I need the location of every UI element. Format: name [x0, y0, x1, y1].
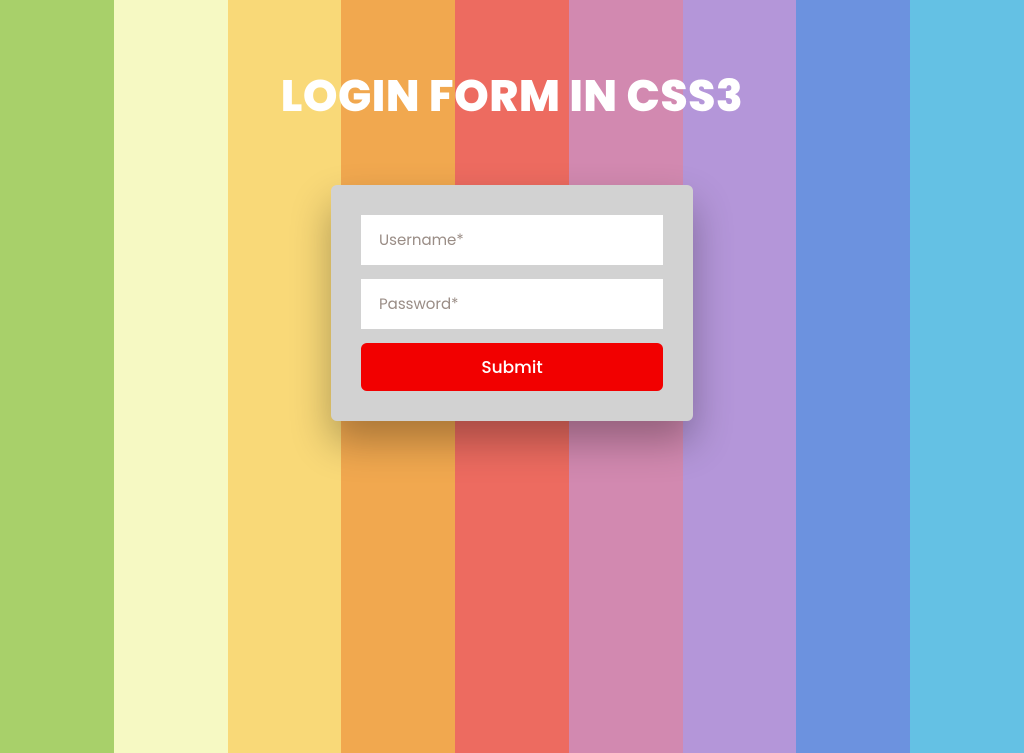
submit-button[interactable]: Submit [361, 343, 663, 391]
password-input[interactable] [361, 279, 663, 329]
login-form: Submit [331, 185, 693, 421]
content-container: LOGIN FORM IN CSS3 Submit [0, 0, 1024, 421]
username-input[interactable] [361, 215, 663, 265]
page-title: LOGIN FORM IN CSS3 [281, 64, 743, 129]
